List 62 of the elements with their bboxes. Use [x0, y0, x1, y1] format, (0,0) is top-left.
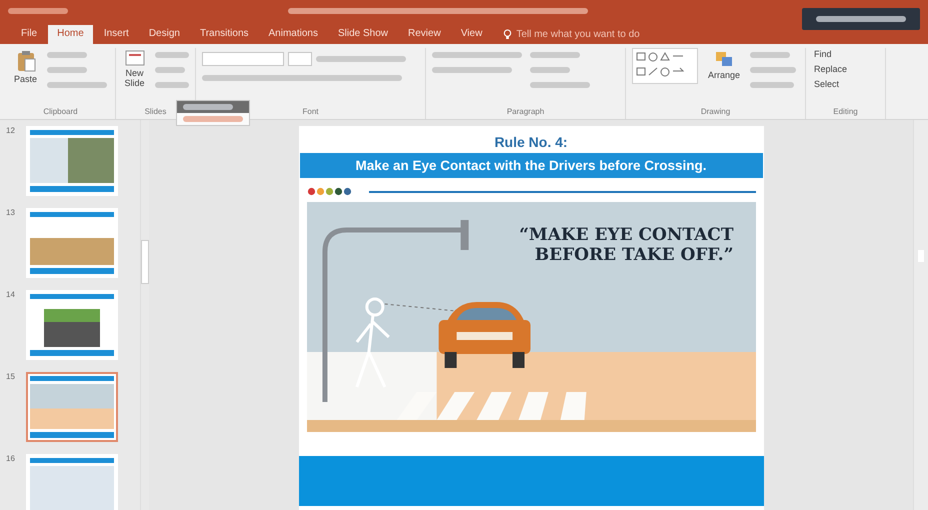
copy-button[interactable]	[47, 67, 88, 73]
align-text-button[interactable]	[530, 67, 570, 73]
font-toolbar[interactable]	[316, 56, 406, 62]
quick-access-toolbar[interactable]	[8, 8, 68, 14]
smartart-button[interactable]	[530, 82, 590, 88]
slide-number: 15	[6, 372, 16, 381]
shape-fill-button[interactable]	[750, 52, 790, 58]
slide-thumbnail[interactable]	[26, 126, 118, 196]
slide-number: 13	[6, 208, 16, 217]
group-label: Drawing	[700, 107, 730, 116]
replace-button[interactable]: Replace	[812, 63, 850, 75]
ribbon-tab[interactable]: Animations	[260, 25, 327, 44]
group-label: Slides	[144, 107, 166, 116]
align-toolbar[interactable]	[432, 67, 512, 73]
lightbulb-icon	[503, 29, 512, 40]
slide-thumbnail[interactable]	[26, 372, 118, 442]
slide-thumbnail[interactable]	[26, 290, 118, 360]
scrollbar[interactable]	[140, 120, 149, 510]
paste-button[interactable]: Paste	[12, 48, 40, 86]
section-button[interactable]	[155, 82, 189, 88]
shape-outline-button[interactable]	[750, 67, 796, 73]
slide-number: 14	[6, 290, 16, 299]
new-slide-button[interactable]: New Slide	[122, 48, 147, 90]
reset-button[interactable]	[155, 67, 185, 73]
slide-number: 16	[6, 454, 16, 463]
slide-heading: Rule No. 4:	[493, 133, 569, 152]
slide-thumbnail[interactable]	[26, 208, 118, 278]
font-format-toolbar[interactable]	[202, 75, 402, 81]
ribbon-tab[interactable]: View	[452, 25, 492, 44]
slide-icon	[124, 50, 144, 66]
quote-text: “MAKE EYE CONTACT BEFORE TAKE OFF.”	[519, 226, 734, 266]
group-label: Font	[302, 107, 318, 116]
scrollbar[interactable]	[913, 120, 928, 510]
group-label: Clipboard	[43, 107, 78, 116]
ribbon-tab[interactable]: Home	[48, 25, 93, 44]
select-button[interactable]: Select	[812, 78, 850, 90]
ribbon-tab[interactable]: Review	[399, 25, 450, 44]
ribbon-tab[interactable]: Transitions	[190, 25, 258, 44]
group-label: Paragraph	[506, 107, 544, 116]
text-direction-button[interactable]	[530, 52, 580, 58]
find-button[interactable]: Find	[812, 48, 850, 60]
group-label: Editing	[833, 107, 858, 116]
cut-button[interactable]	[47, 52, 88, 58]
slide-thumbnail[interactable]	[26, 454, 118, 510]
ribbon-tab[interactable]: Insert	[94, 25, 138, 44]
font-size-field[interactable]	[288, 52, 312, 66]
ribbon-tab[interactable]: Design	[140, 25, 189, 44]
arrange-icon	[714, 50, 734, 68]
clipboard-icon	[16, 50, 36, 72]
slide-banner: Make an Eye Contact with the Drivers before Crossing.	[300, 153, 762, 178]
list-toolbar[interactable]	[432, 52, 522, 58]
ribbon-tab[interactable]: File	[12, 25, 46, 44]
ribbon-tab[interactable]: Slide Show	[328, 25, 398, 44]
shape-effects-button[interactable]	[750, 82, 794, 88]
layout-button[interactable]	[155, 52, 189, 58]
tell-me-field[interactable]: Tell me what you want to do	[503, 29, 686, 44]
shapes-gallery[interactable]	[632, 48, 698, 84]
font-name-field[interactable]	[202, 52, 284, 66]
menu-item[interactable]	[177, 101, 249, 113]
arrange-button[interactable]: Arrange	[706, 48, 742, 82]
slide-number: 12	[6, 126, 16, 135]
format-painter-button[interactable]	[47, 82, 108, 88]
